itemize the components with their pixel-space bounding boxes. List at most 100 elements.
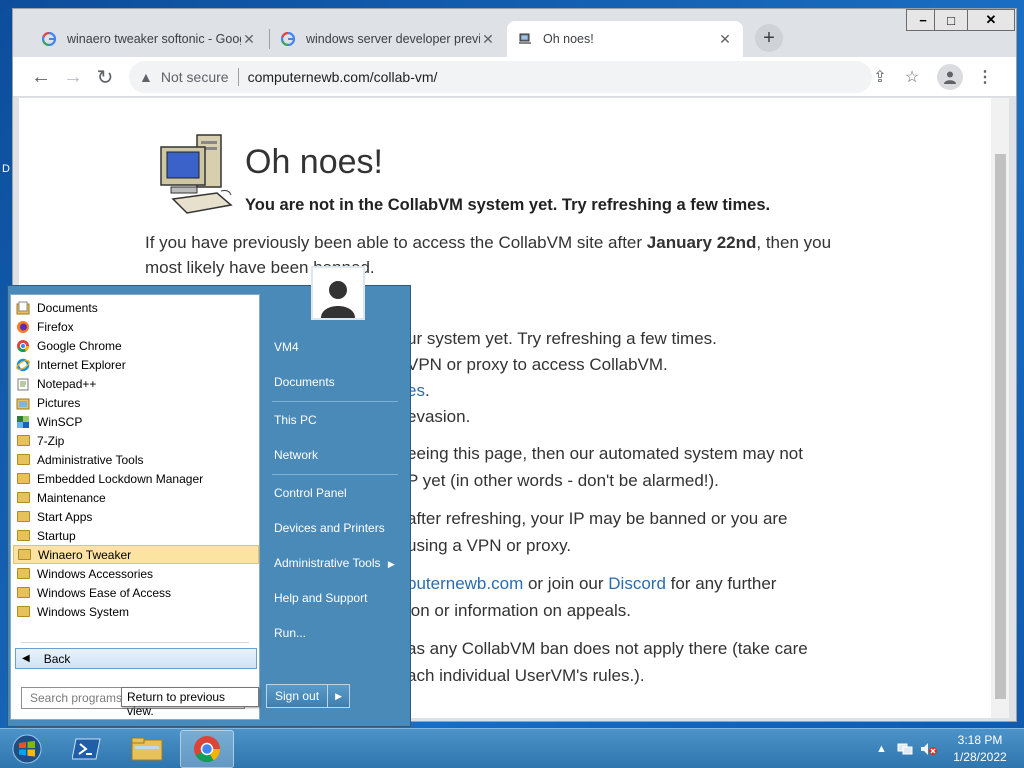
share-icon[interactable]: ⇪	[866, 63, 894, 91]
paragraph-text: for any further	[665, 574, 777, 593]
discord-link[interactable]: Discord	[608, 574, 666, 593]
program-pictures[interactable]: Pictures	[13, 393, 259, 412]
link-documents[interactable]: Documents	[274, 375, 335, 389]
paragraph-text: using a VPN or proxy.	[407, 536, 572, 555]
program-firefox[interactable]: Firefox	[13, 317, 259, 336]
taskbar-powershell[interactable]	[60, 730, 114, 768]
computer-illustration-icon	[160, 134, 233, 214]
link-vm4[interactable]: VM4	[274, 340, 299, 354]
page-title: Oh noes!	[245, 143, 383, 181]
program-label: Windows System	[37, 604, 130, 619]
program-windows-accessories[interactable]: Windows Accessories	[13, 564, 259, 583]
paragraph-text: P yet (in other words - don't be alarmed…	[407, 471, 719, 490]
volume-muted-icon[interactable]	[920, 729, 938, 768]
security-label[interactable]: Not secure	[161, 69, 229, 85]
back-triangle-icon: ◀	[22, 653, 30, 664]
close-tab-icon[interactable]: ✕	[480, 31, 496, 48]
folder-icon	[15, 491, 31, 505]
documents-icon	[15, 301, 31, 315]
program-windows-system[interactable]: Windows System	[13, 602, 259, 621]
google-icon	[280, 31, 296, 47]
link-network[interactable]: Network	[274, 448, 318, 462]
link-devices-and-printers[interactable]: Devices and Printers	[274, 521, 385, 535]
taskbar-google-chrome[interactable]	[180, 730, 234, 768]
program-embedded-lockdown-manager[interactable]: Embedded Lockdown Manager	[13, 469, 259, 488]
maximize-button[interactable]: □	[934, 9, 968, 31]
list-item: VPN or proxy to access CollabVM.	[407, 355, 668, 374]
link-this-pc[interactable]: This PC	[274, 413, 317, 427]
network-tray-icon[interactable]	[897, 729, 913, 768]
close-tab-icon[interactable]: ✕	[717, 31, 733, 48]
folder-icon	[15, 472, 31, 486]
tooltip: Return to previous view.	[121, 687, 259, 718]
program-internet-explorer[interactable]: Internet Explorer	[13, 355, 259, 374]
tab-title: winaero tweaker softonic - Goog	[67, 32, 241, 46]
address-bar[interactable]: ▲ Not secure computernewb.com/collab-vm/	[129, 61, 872, 93]
firefox-icon	[15, 320, 31, 334]
profile-avatar-icon[interactable]	[937, 64, 963, 90]
program-start-apps[interactable]: Start Apps	[13, 507, 259, 526]
program-documents[interactable]: Documents	[13, 298, 259, 317]
sign-out-options-arrow-icon[interactable]: ▶	[328, 691, 349, 702]
program-label: Winaero Tweaker	[38, 547, 132, 562]
folder-icon	[15, 567, 31, 581]
tab-winaero[interactable]: winaero tweaker softonic - Goog ✕	[31, 21, 267, 57]
program-label: Firefox	[37, 319, 74, 334]
taskbar-clock[interactable]: 3:18 PM 1/28/2022	[940, 732, 1020, 766]
menu-divider	[21, 642, 249, 643]
desktop-icon-label[interactable]: D	[2, 163, 10, 175]
paragraph-text: eeing this page, then our automated syst…	[407, 444, 803, 463]
ie-icon	[15, 358, 31, 372]
program-label: Notepad++	[37, 376, 97, 391]
program-label: Google Chrome	[37, 338, 122, 353]
program-label: Embedded Lockdown Manager	[37, 471, 204, 486]
new-tab-button[interactable]: +	[755, 24, 783, 52]
menu-divider	[272, 474, 398, 475]
program-windows-ease-of-access[interactable]: Windows Ease of Access	[13, 583, 259, 602]
program-google-chrome[interactable]: Google Chrome	[13, 336, 259, 355]
program-startup[interactable]: Startup	[13, 526, 259, 545]
pictures-icon	[15, 396, 31, 410]
link-run[interactable]: Run...	[274, 626, 306, 640]
page-scrollbar[interactable]	[991, 98, 1009, 718]
sign-out-button[interactable]: Sign out ▶	[266, 684, 350, 708]
menu-kebab-icon[interactable]: ⋮	[971, 63, 999, 91]
winscp-icon	[15, 415, 31, 429]
taskbar-file-explorer[interactable]	[120, 730, 174, 768]
program-notepad-plus-plus[interactable]: Notepad++	[13, 374, 259, 393]
bookmark-star-icon[interactable]: ☆	[898, 63, 926, 91]
notepad-icon	[15, 377, 31, 391]
url-text[interactable]: computernewb.com/collab-vm/	[248, 69, 438, 85]
ban-paragraph: If you have previously been able to acce…	[145, 230, 831, 255]
program-label: Start Apps	[37, 509, 93, 524]
back-button[interactable]: ◀ Back	[15, 648, 257, 669]
paragraph-text: ion or information on appeals.	[407, 601, 631, 620]
warning-triangle-icon[interactable]: ▲	[139, 69, 153, 85]
folder-icon	[15, 510, 31, 524]
program-maintenance[interactable]: Maintenance	[13, 488, 259, 507]
program-winaero-tweaker[interactable]: Winaero Tweaker	[13, 545, 259, 564]
show-hidden-icons-icon[interactable]: ▲	[876, 729, 887, 768]
link-administrative-tools[interactable]: Administrative Tools ▶	[274, 556, 395, 570]
reload-icon[interactable]: ↻	[91, 63, 119, 91]
close-tab-icon[interactable]: ✕	[241, 31, 257, 48]
tab-windows-server[interactable]: windows server developer previe ✕	[270, 21, 506, 57]
link-help-and-support[interactable]: Help and Support	[274, 591, 367, 605]
start-menu-programs-pane: Documents Firefox Google Chrome Internet…	[10, 294, 260, 720]
tab-oh-noes[interactable]: Oh noes! ✕	[507, 21, 743, 57]
google-icon	[41, 31, 57, 47]
link-control-panel[interactable]: Control Panel	[274, 486, 347, 500]
program-administrative-tools[interactable]: Administrative Tools	[13, 450, 259, 469]
email-link[interactable]: puternewb.com	[407, 574, 523, 593]
program-7zip[interactable]: 7-Zip	[13, 431, 259, 450]
forward-arrow-icon[interactable]: →	[59, 63, 87, 91]
back-arrow-icon[interactable]: ←	[27, 63, 55, 91]
close-window-button[interactable]: ✕	[967, 9, 1015, 31]
scrollbar-thumb[interactable]	[995, 154, 1006, 699]
folder-icon	[15, 586, 31, 600]
start-button[interactable]	[4, 731, 50, 767]
program-winscp[interactable]: WinSCP	[13, 412, 259, 431]
contact-paragraph: puternewb.com or join our Discord for an…	[407, 571, 776, 596]
paragraph-text: or join our	[523, 574, 609, 593]
program-label: Windows Ease of Access	[37, 585, 172, 600]
